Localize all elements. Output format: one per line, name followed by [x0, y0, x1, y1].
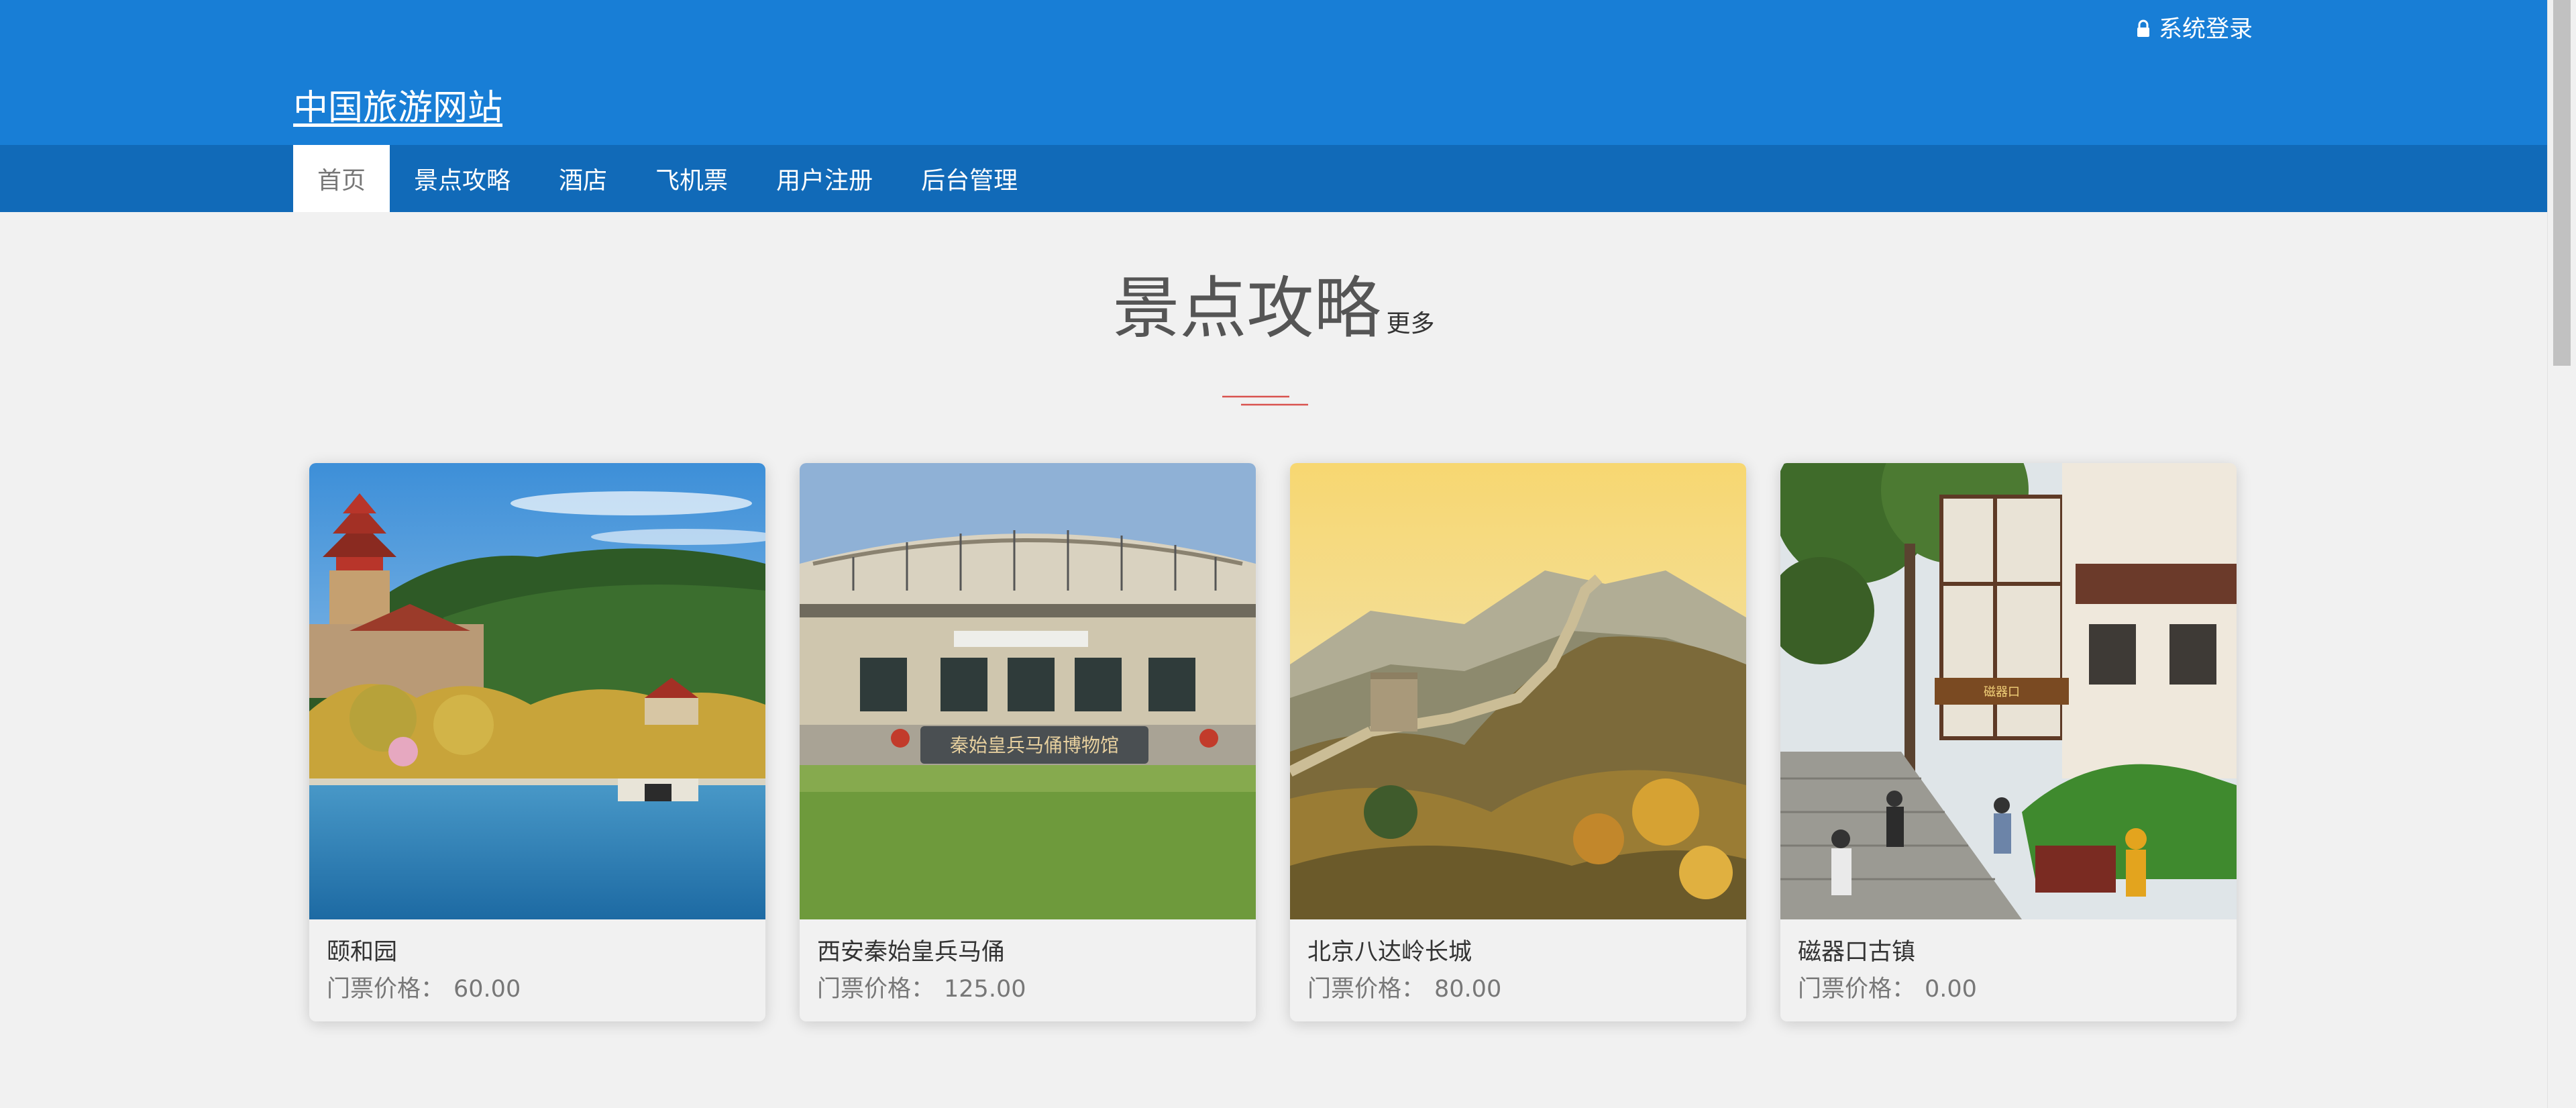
attraction-price: 门票价格： 0.00	[1798, 970, 1977, 1004]
section-divider	[1222, 395, 1308, 406]
nav-item-register[interactable]: 用户注册	[752, 145, 897, 212]
svg-text:磁器口: 磁器口	[1984, 685, 2020, 699]
attraction-image: 秦始皇兵马俑博物馆	[800, 463, 1256, 919]
attraction-card[interactable]: 磁器口 磁器口古镇 门票价格： 0.00	[1780, 463, 2237, 1021]
login-link[interactable]: 系统登录	[2136, 12, 2253, 43]
site-title[interactable]: 中国旅游网站	[293, 79, 502, 130]
scrollbar-thumb[interactable]	[2553, 0, 2571, 366]
attraction-price: 门票价格： 80.00	[1307, 970, 1501, 1004]
nav-item-admin[interactable]: 后台管理	[897, 145, 1042, 212]
attraction-image: 磁器口	[1780, 463, 2237, 919]
attraction-name: 磁器口古镇	[1798, 939, 1916, 966]
svg-text:秦始皇兵马俑博物馆: 秦始皇兵马俑博物馆	[950, 734, 1119, 756]
nav-item-flights[interactable]: 飞机票	[631, 145, 752, 212]
attraction-price: 门票价格： 60.00	[327, 970, 521, 1004]
price-label: 门票价格：	[817, 976, 935, 1003]
price-value: 0.00	[1925, 976, 1977, 1003]
main-nav: 首页 景点攻略 酒店 飞机票 用户注册 后台管理	[0, 145, 2547, 212]
attraction-price: 门票价格： 125.00	[817, 970, 1026, 1004]
price-value: 80.00	[1434, 976, 1502, 1003]
price-label: 门票价格：	[1798, 976, 1916, 1003]
price-value: 125.00	[944, 976, 1026, 1003]
page-scrollbar[interactable]	[2547, 0, 2576, 1108]
section-header: 景点攻略 更多	[0, 254, 2547, 351]
section-title: 景点攻略	[1112, 269, 1381, 348]
attraction-image	[309, 463, 765, 919]
nav-list: 首页 景点攻略 酒店 飞机票 用户注册 后台管理	[293, 145, 1042, 212]
attraction-name: 西安秦始皇兵马俑	[817, 939, 1006, 966]
nav-item-hotels[interactable]: 酒店	[535, 145, 631, 212]
nav-item-attractions[interactable]: 景点攻略	[390, 145, 535, 212]
lock-icon	[2136, 17, 2151, 37]
attraction-card[interactable]: 颐和园 门票价格： 60.00	[309, 463, 765, 1021]
price-value: 60.00	[453, 976, 521, 1003]
attraction-card[interactable]: 北京八达岭长城 门票价格： 80.00	[1290, 463, 1746, 1021]
nav-item-home[interactable]: 首页	[293, 145, 390, 212]
attraction-name: 北京八达岭长城	[1307, 939, 1472, 966]
attraction-name: 颐和园	[327, 939, 398, 966]
attraction-image	[1290, 463, 1746, 919]
attraction-card[interactable]: 秦始皇兵马俑博物馆 西安秦始皇兵马俑 门票价格： 125.00	[800, 463, 1256, 1021]
price-label: 门票价格：	[327, 976, 445, 1003]
login-label: 系统登录	[2159, 15, 2253, 43]
site-header: 系统登录 中国旅游网站	[0, 0, 2547, 145]
price-label: 门票价格：	[1307, 976, 1426, 1003]
more-link[interactable]: 更多	[1386, 310, 1434, 338]
